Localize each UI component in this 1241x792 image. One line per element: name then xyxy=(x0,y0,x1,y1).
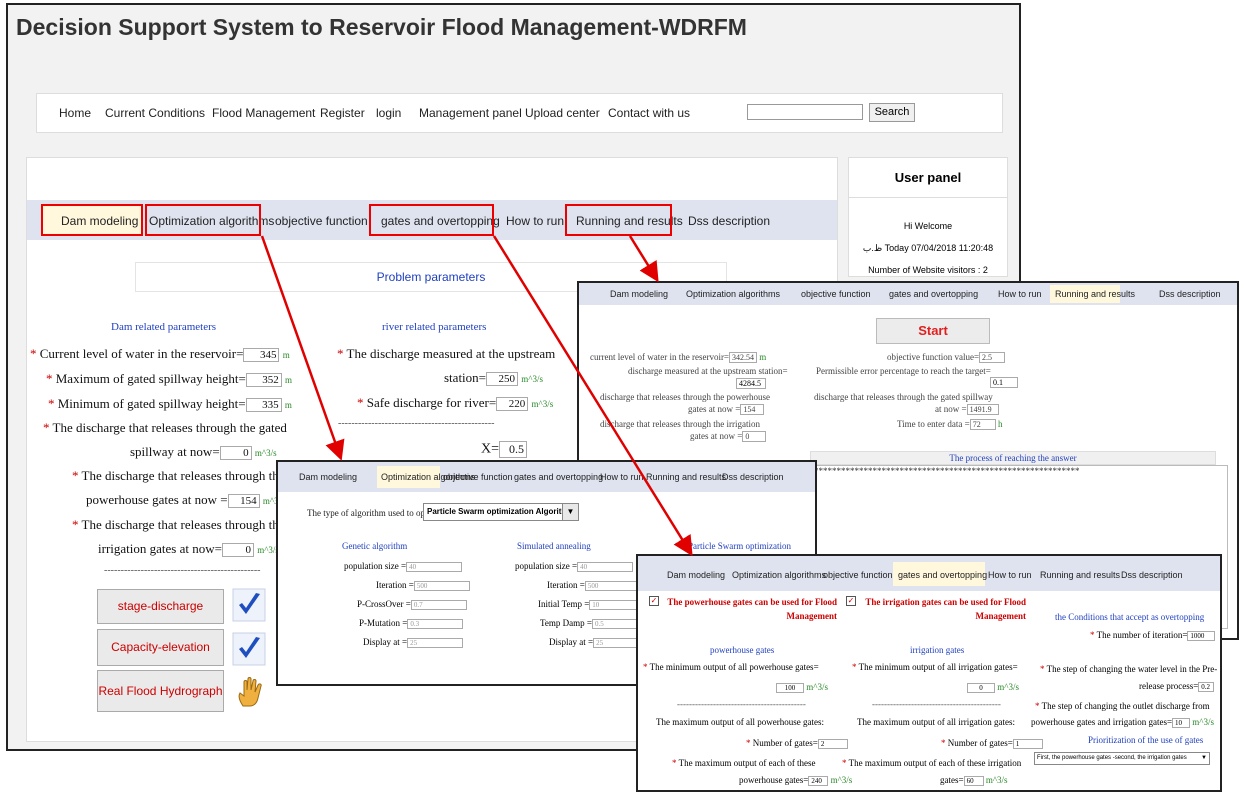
arrow-to-results xyxy=(628,235,659,283)
arrow-to-optimization xyxy=(260,235,345,461)
annotation-arrows xyxy=(260,235,693,557)
arrow-to-gates xyxy=(492,235,693,557)
